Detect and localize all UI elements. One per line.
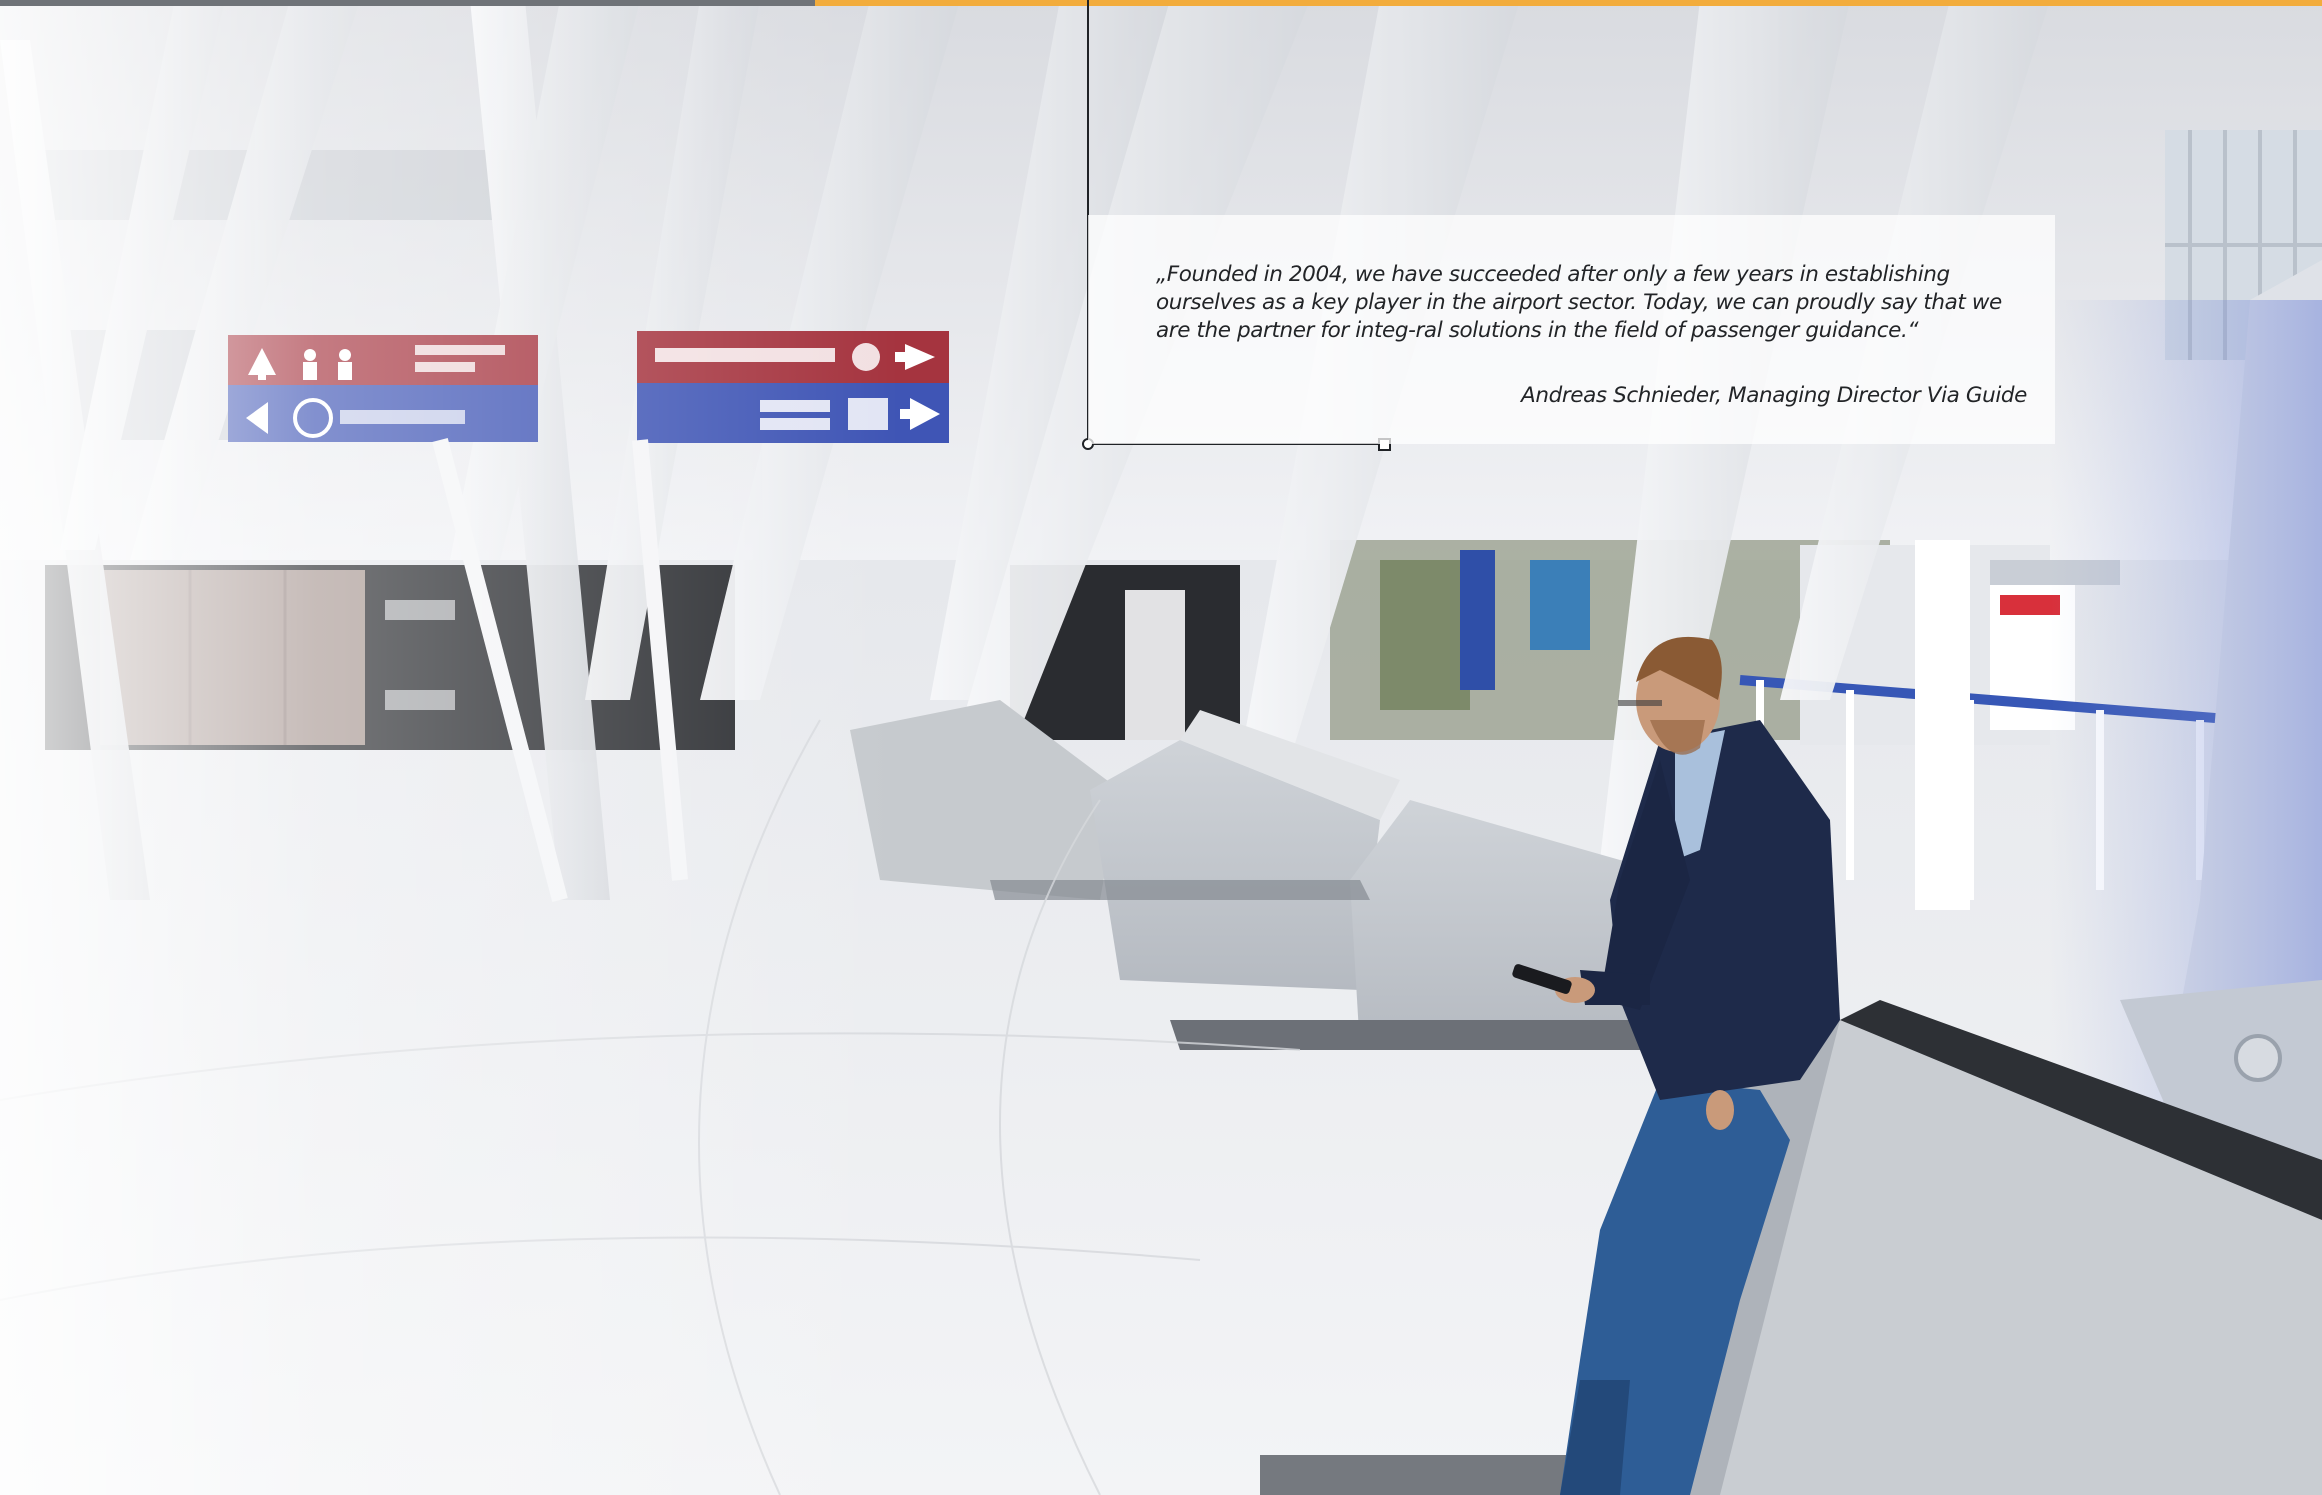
top-bar-gray [0,0,815,6]
quote-author: Andreas Schnieder, Managing Director Via… [1521,383,2027,408]
quote-text: „Founded in 2004, we have succeeded afte… [1156,262,2002,343]
quote-box: „Founded in 2004, we have succeeded afte… [1088,215,2055,444]
top-bar-orange [815,0,2322,6]
